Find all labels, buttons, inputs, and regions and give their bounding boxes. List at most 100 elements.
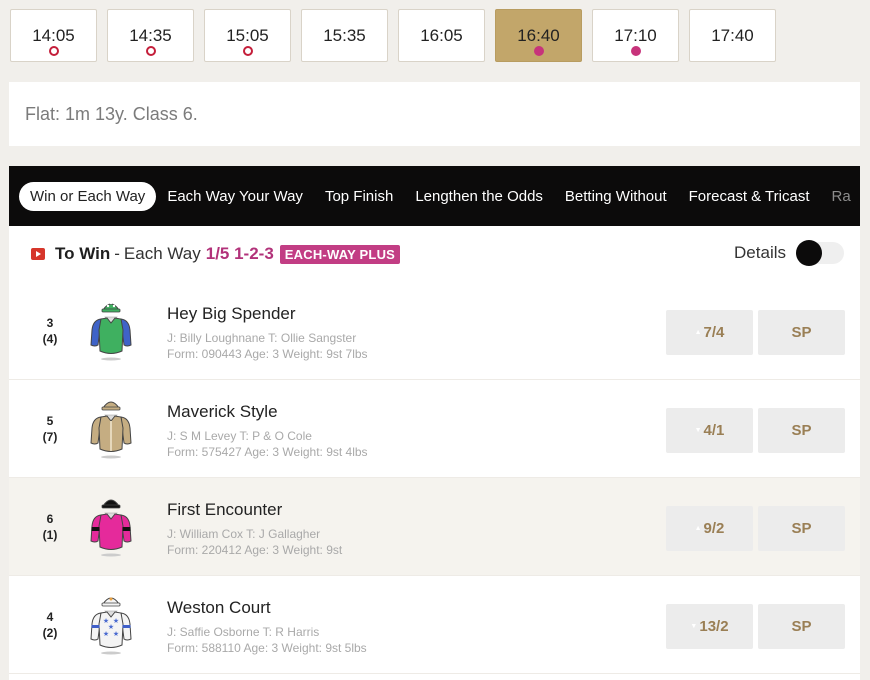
runner-form: Form: 220412 Age: 3 Weight: 9st	[167, 543, 343, 557]
tab-forecast-tricast[interactable]: Forecast & Tricast	[678, 182, 821, 211]
odds-button[interactable]: ▼ 4/1	[666, 408, 753, 453]
runner-number: 5 (7)	[9, 413, 91, 445]
race-time-label: 14:35	[129, 25, 172, 45]
market-title: To Win	[55, 244, 111, 263]
saddle-cloth-number: 6	[46, 511, 54, 526]
runner-info: Hey Big Spender J: Billy Loughnane T: Oll…	[167, 304, 368, 362]
tab-top-finish[interactable]: Top Finish	[314, 182, 404, 211]
runner-list: 3 (4) Hey Big Spender J: Billy Loughnane T:…	[9, 282, 860, 674]
result-indicator-icon	[145, 46, 156, 56]
runner-name[interactable]: First Encounter	[167, 500, 342, 520]
stall-draw: (7)	[42, 429, 58, 444]
race-time-label: 15:05	[226, 25, 269, 45]
runner-info: Weston Court J: Saffie Osborne T: R Harri…	[167, 598, 367, 656]
tab-win-or-each-way[interactable]: Win or Each Way	[19, 181, 157, 211]
odds-down-icon: ▼	[694, 427, 702, 434]
runner-form: Form: 090443 Age: 3 Weight: 9st 7lbs	[167, 347, 368, 361]
race-info: Flat: 1m 13y. Class 6.	[9, 82, 860, 146]
odds-value: 13/2	[699, 618, 729, 635]
odds-down-icon: ▼	[690, 623, 698, 630]
race-time-button[interactable]: 14:35	[107, 9, 194, 62]
jockey-silk	[87, 396, 135, 460]
jockey-silk-icon	[90, 499, 132, 557]
market-header: To Win - Each Way 1/5 1-2-3 EACH-WAY PLU…	[9, 226, 860, 282]
stall-draw: (4)	[42, 331, 58, 346]
odds-up-icon: ▲	[694, 525, 702, 532]
runner-form: Form: 588110 Age: 3 Weight: 9st 5lbs	[167, 641, 367, 655]
saddle-cloth-number: 5	[46, 413, 54, 428]
runner-info: Maverick Style J: S M Levey T: P & O Cole…	[167, 402, 368, 460]
race-time-selector: 14:05 14:35 15:05 15:35 16:05 16:40 17:10 17:40	[10, 9, 776, 62]
saddle-cloth-number: 4	[46, 609, 54, 624]
svg-text:★: ★	[108, 623, 114, 631]
race-time-button[interactable]: 14:05	[10, 9, 97, 62]
starting-price-button[interactable]: SP	[758, 310, 845, 355]
odds-button[interactable]: ▲ 9/2	[666, 506, 753, 551]
odds-button[interactable]: ▲ 7/4	[666, 310, 753, 355]
race-time-button[interactable]: 15:05	[204, 9, 291, 62]
runner-connections: J: Billy Loughnane T: Ollie Sangster	[167, 331, 357, 345]
details-toggle[interactable]	[796, 240, 844, 266]
runner-info: First Encounter J: William Cox T: J Galla…	[167, 500, 342, 558]
race-info-text: Flat: 1m 13y. Class 6.	[25, 103, 198, 124]
runner-row: 6 (1) First Encounter J: William Cox T: J G…	[9, 478, 860, 576]
runner-number: 6 (1)	[9, 511, 91, 543]
runner-number: 4 (2)	[9, 609, 91, 641]
starting-price-button[interactable]: SP	[758, 506, 845, 551]
race-time-label: 14:05	[32, 25, 75, 45]
runner-connections: J: William Cox T: J Gallagher	[167, 527, 321, 541]
saddle-cloth-number: 3	[46, 315, 54, 330]
race-time-label: 17:10	[614, 25, 657, 45]
starting-price-button[interactable]: SP	[758, 408, 845, 453]
runner-name[interactable]: Weston Court	[167, 598, 367, 618]
live-indicator-icon	[533, 46, 544, 56]
tab-ra[interactable]: Ra	[821, 182, 860, 211]
odds-value: 4/1	[703, 422, 725, 439]
odds-value: 7/4	[703, 324, 725, 341]
runner-odds: ▲ 7/4 SP	[666, 310, 845, 355]
result-indicator-icon	[48, 46, 59, 56]
runner-row: 4 (2) ★ ★ ★ ★ ★ Weston Court J: Saffie Osborne T…	[9, 576, 860, 674]
race-time-button[interactable]: 17:40	[689, 9, 776, 62]
race-time-button[interactable]: 16:05	[398, 9, 485, 62]
race-time-label: 16:40	[517, 25, 560, 45]
odds-up-icon: ▲	[694, 329, 702, 336]
jockey-silk	[87, 494, 135, 558]
tab-betting-without[interactable]: Betting Without	[554, 182, 678, 211]
jockey-silk-icon: ★ ★★★ ★	[90, 597, 132, 655]
details-toggle-group: Details	[734, 240, 844, 266]
jockey-silk-icon	[90, 301, 132, 361]
runner-name[interactable]: Maverick Style	[167, 402, 368, 422]
race-time-label: 17:40	[711, 25, 754, 45]
each-way-terms: 1/5 1-2-3	[205, 244, 274, 263]
runner-odds: ▲ 9/2 SP	[666, 506, 845, 551]
race-time-button[interactable]: 17:10	[592, 9, 679, 62]
odds-button[interactable]: ▼ 13/2	[666, 604, 753, 649]
race-time-button[interactable]: 15:35	[301, 9, 388, 62]
race-time-label: 15:35	[323, 25, 366, 45]
runner-row: 3 (4) Hey Big Spender J: Billy Loughnane T:…	[9, 282, 860, 380]
market-title-separator: -	[114, 244, 120, 263]
runner-number: 3 (4)	[9, 315, 91, 347]
runner-row: 5 (7) Maverick Style J: S M Levey T: P & O …	[9, 380, 860, 478]
jockey-silk	[87, 298, 135, 362]
race-time-button[interactable]: 16:40	[495, 9, 582, 62]
market-tabs: Win or Each Way Each Way Your Way Top Fini…	[9, 166, 860, 226]
tab-each-way-your-way[interactable]: Each Way Your Way	[156, 182, 314, 211]
starting-price-button[interactable]: SP	[758, 604, 845, 649]
details-label: Details	[734, 243, 786, 262]
runner-name[interactable]: Hey Big Spender	[167, 304, 368, 324]
live-indicator-icon	[630, 46, 641, 56]
play-icon[interactable]	[31, 248, 45, 260]
toggle-knob	[796, 240, 822, 266]
runner-connections: J: Saffie Osborne T: R Harris	[167, 625, 320, 639]
jockey-silk: ★ ★ ★ ★ ★	[87, 592, 135, 656]
stall-draw: (1)	[42, 527, 58, 542]
odds-value: 9/2	[703, 520, 725, 537]
each-way-label: Each Way	[123, 244, 201, 263]
market-panel: To Win - Each Way 1/5 1-2-3 EACH-WAY PLU…	[9, 226, 860, 680]
runner-odds: ▼ 4/1 SP	[666, 408, 845, 453]
race-time-label: 16:05	[420, 25, 463, 45]
svg-text:★: ★	[113, 630, 119, 638]
tab-lengthen-the-odds[interactable]: Lengthen the Odds	[404, 182, 554, 211]
